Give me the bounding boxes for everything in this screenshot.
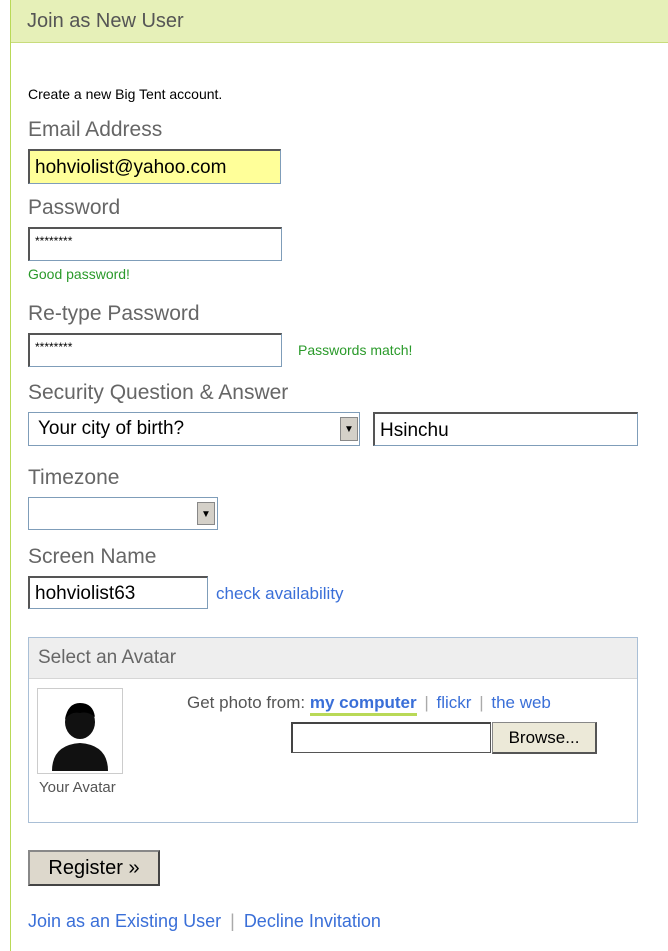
security-question-select[interactable]: Your city of birth? ▼ [28,412,360,446]
source-my-computer-link[interactable]: my computer [309,693,417,716]
password-field[interactable]: ******** [28,227,282,261]
footer-links: Join as an Existing User | Decline Invit… [28,911,381,931]
security-question-value: Your city of birth? [38,418,185,439]
avatar-section-title: Select an Avatar [38,647,177,668]
browse-button[interactable]: Browse... [492,722,597,754]
avatar-caption: Your Avatar [39,779,116,796]
password-strength-status: Good password! [28,266,130,282]
panel-header: Join as New User [11,0,668,43]
get-photo-label: Get photo from: [187,693,306,712]
file-path-field[interactable] [291,722,491,753]
security-answer-field[interactable] [373,412,638,446]
panel-title: Join as New User [27,10,184,32]
password-match-status: Passwords match! [298,342,413,358]
screen-name-label: Screen Name [28,545,157,568]
register-button[interactable]: Register » [28,850,160,886]
decline-invitation-link[interactable]: Decline Invitation [244,911,381,931]
source-web-link[interactable]: the web [491,693,551,712]
registration-panel: Join as New User Create a new Big Tent a… [10,0,668,951]
email-label: Email Address [28,118,163,141]
timezone-select[interactable]: ▼ [28,497,218,530]
user-silhouette-icon [52,703,108,771]
retype-password-label: Re-type Password [28,302,200,325]
source-flickr-link[interactable]: flickr [437,693,472,712]
photo-source-selector: Get photo from: my computer | flickr | t… [187,693,551,716]
security-label: Security Question & Answer [28,381,289,404]
screen-name-field[interactable] [28,576,208,609]
check-availability-link[interactable]: check availability [216,584,344,604]
intro-text: Create a new Big Tent account. [28,86,223,102]
chevron-down-icon[interactable]: ▼ [197,502,215,525]
retype-password-field[interactable]: ******** [28,333,282,367]
password-label: Password [28,196,121,219]
chevron-down-icon[interactable]: ▼ [340,417,358,441]
avatar-section-header: Select an Avatar [29,638,637,679]
email-field[interactable] [28,149,281,184]
timezone-label: Timezone [28,466,120,489]
avatar-image [37,688,123,774]
join-existing-user-link[interactable]: Join as an Existing User [28,911,221,931]
avatar-section: Select an Avatar Your Avatar Get photo f… [28,637,638,823]
